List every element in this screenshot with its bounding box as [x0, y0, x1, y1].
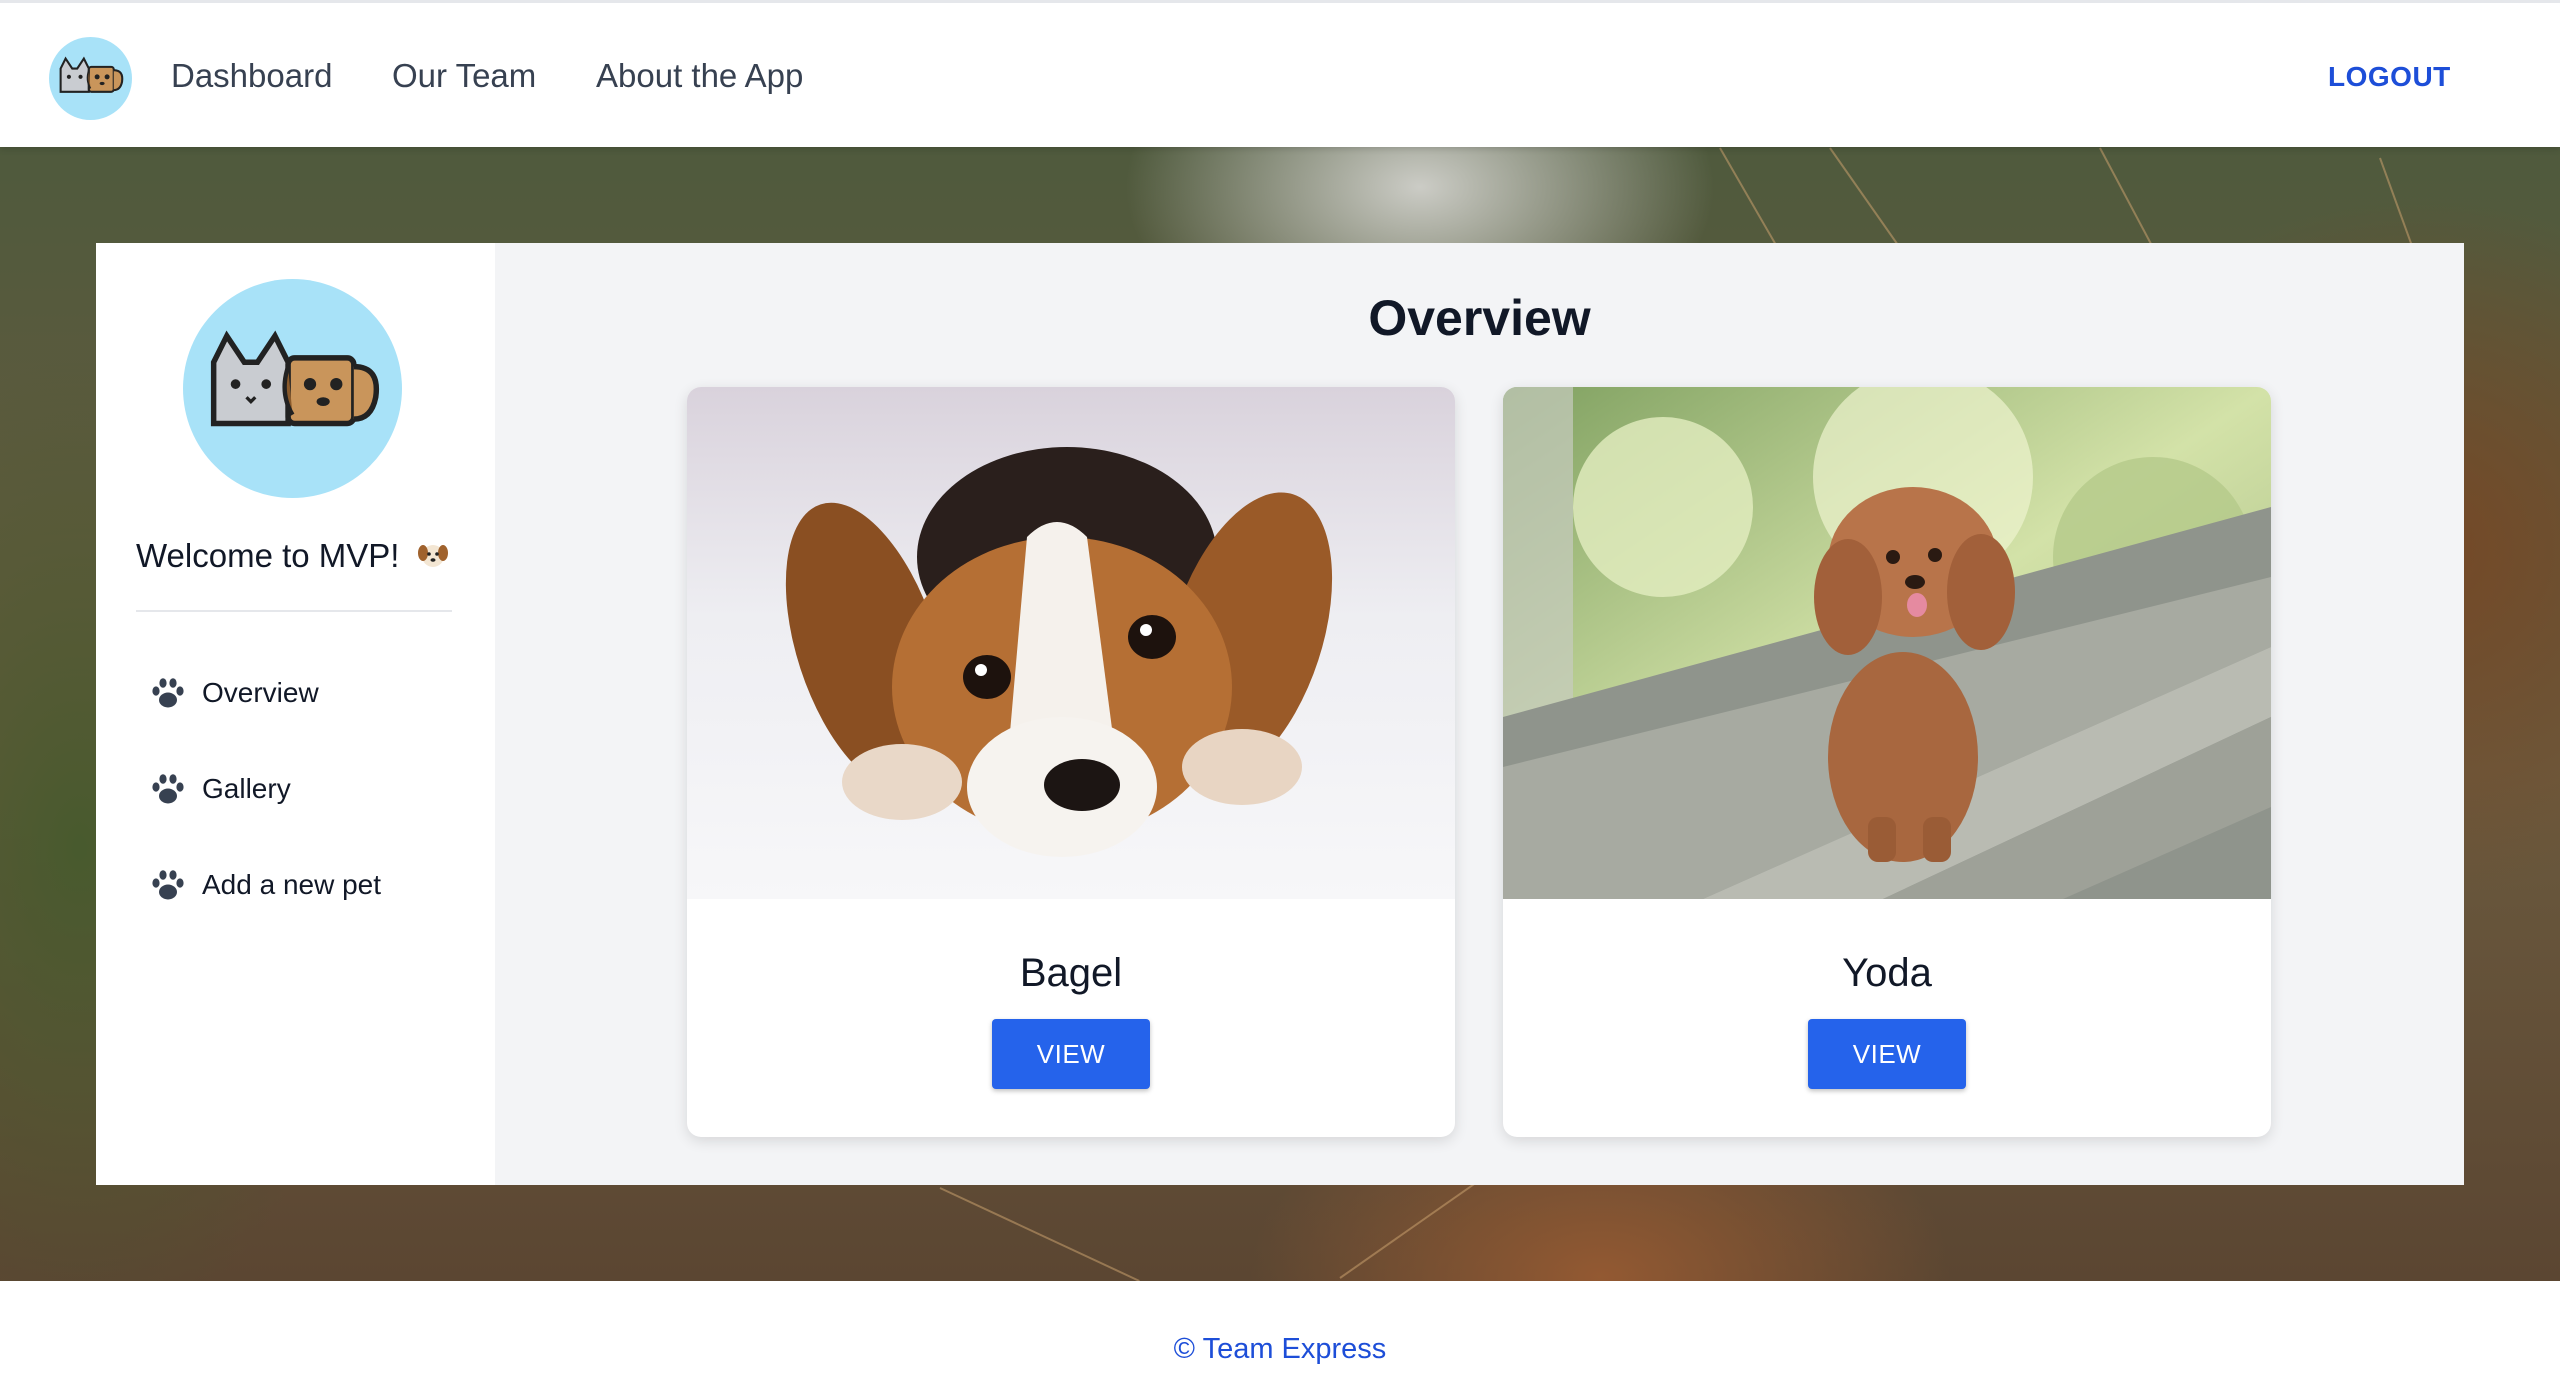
footer-credit-link[interactable]: © Team Express — [0, 1333, 2560, 1366]
sidebar-item-label: Add a new pet — [202, 869, 382, 900]
sidebar: Welcome to MVP! Overview Gallery Add a n… — [96, 243, 495, 1185]
sidebar-item-gallery[interactable]: Gallery — [150, 769, 291, 809]
nav-link-our-team[interactable]: Our Team — [392, 57, 536, 95]
dashboard-panel: Welcome to MVP! Overview Gallery Add a n… — [96, 243, 2464, 1185]
sidebar-divider — [136, 610, 452, 612]
sidebar-item-add-a-new-pet[interactable]: Add a new pet — [150, 865, 381, 905]
nav-link-about-the-app[interactable]: About the App — [596, 57, 803, 95]
view-yoda-button[interactable]: VIEW — [1808, 1019, 1966, 1089]
pet-name: Yoda — [1842, 951, 1932, 995]
nav-link-dashboard[interactable]: Dashboard — [171, 57, 332, 95]
grass-stalk — [1719, 147, 1781, 253]
dog-face-icon — [417, 539, 449, 571]
beagle-puppy-photo — [687, 387, 1455, 899]
sidebar-item-label: Gallery — [202, 773, 291, 804]
pet-card-yoda: Yoda VIEW — [1503, 387, 2271, 1137]
cat-dog-logo-icon — [183, 279, 402, 498]
paw-icon — [152, 774, 184, 804]
welcome-text: Welcome to MVP! — [136, 537, 400, 574]
paw-icon — [152, 870, 184, 900]
page-title: Overview — [1368, 290, 1591, 346]
footer: © Team Express — [0, 1281, 2560, 1381]
welcome-message: Welcome to MVP! — [136, 537, 449, 575]
pet-card-bagel: Bagel VIEW — [687, 387, 1455, 1137]
sidebar-item-label: Overview — [202, 677, 319, 708]
paw-icon — [152, 678, 184, 708]
poodle-photo — [1503, 387, 2271, 899]
grass-stalk — [939, 1187, 1140, 1281]
logout-button[interactable]: LOGOUT — [2328, 61, 2451, 93]
top-navbar: Dashboard Our Team About the App LOGOUT — [0, 0, 2560, 147]
view-bagel-button[interactable]: VIEW — [992, 1019, 1150, 1089]
cat-dog-logo-icon[interactable] — [49, 37, 132, 120]
sidebar-item-overview[interactable]: Overview — [150, 673, 319, 713]
pet-name: Bagel — [1019, 951, 1123, 995]
